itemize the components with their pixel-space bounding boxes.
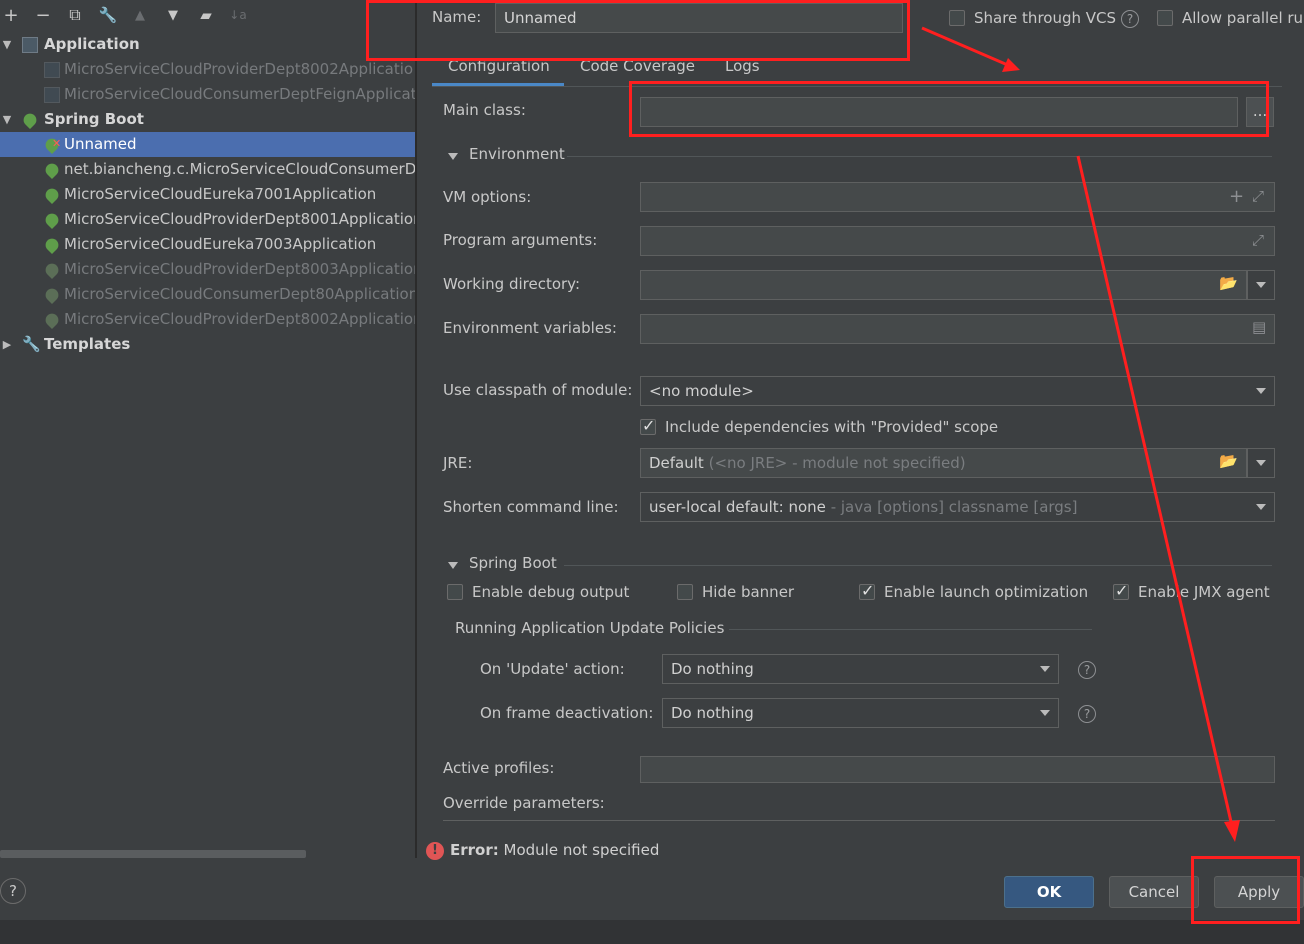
annotation-arrow-line [1076, 155, 1234, 827]
annotation-arrows [921, 26, 1240, 842]
annotation-arrow-head [1224, 820, 1240, 842]
annotation-arrow-line [921, 26, 1011, 68]
